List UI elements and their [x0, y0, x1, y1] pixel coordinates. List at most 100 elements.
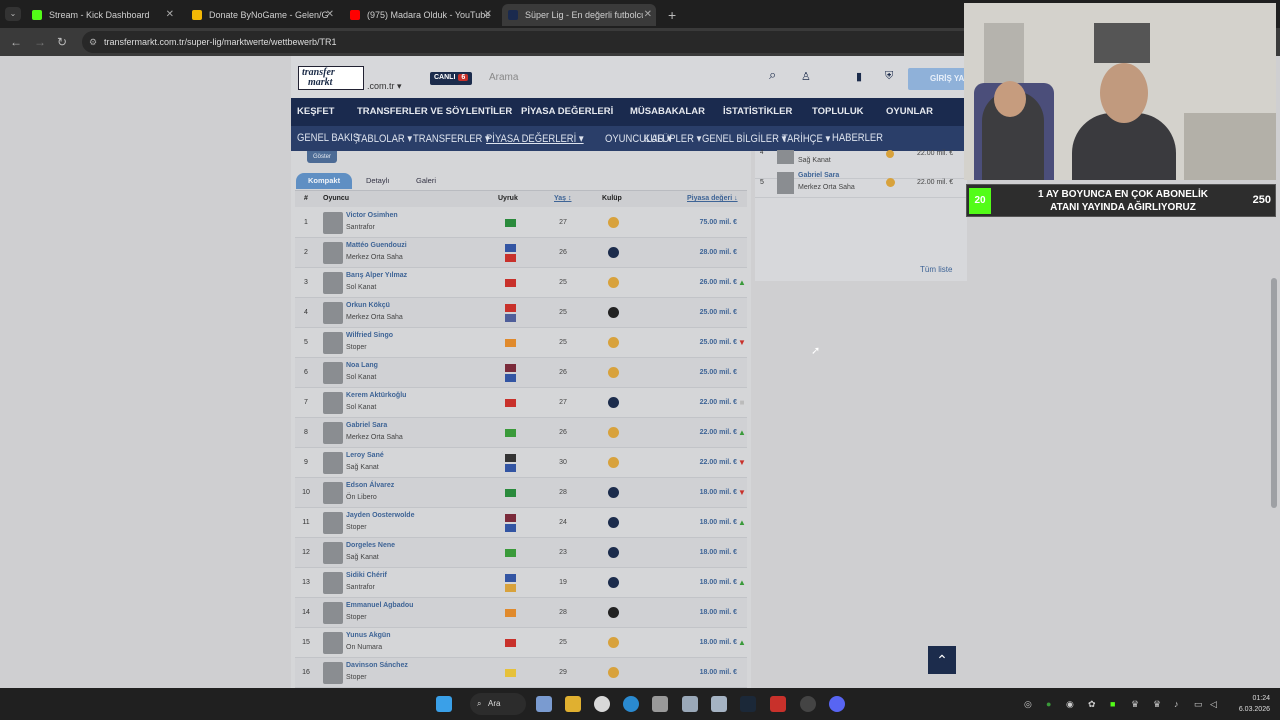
- market-value[interactable]: 18.00 mil. €: [700, 519, 737, 526]
- live-button[interactable]: CANLI 6: [430, 72, 473, 85]
- club-badge-icon[interactable]: [608, 667, 619, 678]
- table-row[interactable]: 13 Sidiki Chérif Santrafor 19 18.00 mil. € ▲: [295, 568, 747, 598]
- windows-start-icon[interactable]: [436, 696, 452, 712]
- club-badge-icon[interactable]: [608, 247, 619, 258]
- subnav-tables[interactable]: TABLOLAR ▾: [356, 132, 412, 145]
- market-value[interactable]: 25.00 mil. €: [700, 369, 737, 376]
- nav-statistics[interactable]: İSTATİSTİKLER: [723, 106, 792, 117]
- table-row[interactable]: 6 Noa Lang Sol Kanat 26 25.00 mil. €: [295, 358, 747, 388]
- file-explorer-icon[interactable]: [565, 696, 581, 712]
- table-row[interactable]: 16 Davinson Sánchez Stoper 29 18.00 mil. €: [295, 658, 747, 688]
- player-photo[interactable]: [323, 512, 343, 534]
- subnav-overview[interactable]: GENEL BAKIŞ: [297, 132, 359, 144]
- market-value[interactable]: 22.00 mil. €: [700, 399, 737, 406]
- market-value[interactable]: 22.00 mil. €: [700, 459, 737, 466]
- show-button[interactable]: Göster: [307, 151, 338, 163]
- app-icon[interactable]: [682, 696, 698, 712]
- user-search-icon[interactable]: ♙: [801, 70, 811, 83]
- table-row[interactable]: 5 Wilfried Singo Stoper 25 25.00 mil. € ▼: [295, 328, 747, 358]
- market-value[interactable]: 18.00 mil. €: [700, 489, 737, 496]
- nav-market-values[interactable]: PİYASA DEĞERLERİ: [521, 106, 613, 117]
- market-value[interactable]: 25.00 mil. €: [700, 309, 737, 316]
- player-name-link[interactable]: Emmanuel Agbadou: [346, 602, 413, 609]
- player-name-link[interactable]: Barış Alper Yılmaz: [346, 272, 407, 279]
- tab-compact[interactable]: Kompakt: [296, 173, 353, 189]
- tab-gallery[interactable]: Galeri: [404, 173, 448, 189]
- player-photo[interactable]: [323, 662, 343, 684]
- new-tab-button[interactable]: +: [662, 4, 682, 26]
- domain-select[interactable]: .com.tr ▾: [367, 81, 402, 92]
- subnav-transfers[interactable]: TRANSFERLER ▾: [413, 132, 490, 145]
- close-icon[interactable]: ✕: [484, 9, 492, 20]
- all-list-link[interactable]: Tüm liste: [920, 265, 952, 274]
- app-icon[interactable]: [711, 696, 727, 712]
- player-photo[interactable]: [323, 272, 343, 294]
- club-badge-icon[interactable]: [608, 457, 619, 468]
- player-name-link[interactable]: Gabriel Sara: [346, 422, 387, 429]
- club-badge-icon[interactable]: [608, 217, 619, 228]
- player-photo[interactable]: [323, 212, 343, 234]
- player-photo[interactable]: [323, 302, 343, 324]
- market-value[interactable]: 75.00 mil. €: [700, 219, 737, 226]
- player-photo[interactable]: [323, 482, 343, 504]
- table-row[interactable]: 11 Jayden Oosterwolde Stoper 24 18.00 mil. €…: [295, 508, 747, 538]
- club-badge-icon[interactable]: [608, 607, 619, 618]
- nav-transfers[interactable]: TRANSFERLER VE SÖYLENTİLER: [357, 106, 512, 117]
- search-input[interactable]: Arama: [489, 68, 789, 88]
- market-value[interactable]: 28.00 mil. €: [700, 249, 737, 256]
- microphone-icon[interactable]: ♪: [1174, 699, 1179, 709]
- subnav-market-values[interactable]: PİYASA DEĞERLERİ ▾: [486, 132, 584, 145]
- player-photo[interactable]: [323, 332, 343, 354]
- tab-detailed[interactable]: Detaylı: [354, 173, 401, 189]
- edge-icon[interactable]: [623, 696, 639, 712]
- search-icon[interactable]: ⌕: [769, 67, 776, 83]
- market-value[interactable]: 18.00 mil. €: [700, 669, 737, 676]
- site-info-icon[interactable]: ⚙: [89, 31, 97, 53]
- tab-youtube[interactable]: (975) Madara Olduk - YouTube ✕: [344, 4, 496, 26]
- sidebar-name[interactable]: Gabriel Sara: [798, 172, 839, 179]
- tab-transfermarkt[interactable]: Süper Lig - En değerli futbolcular ✕: [502, 4, 656, 26]
- back-icon[interactable]: ←: [10, 35, 22, 49]
- player-name-link[interactable]: Yunus Akgün: [346, 632, 390, 639]
- market-value[interactable]: 18.00 mil. €: [700, 549, 737, 556]
- club-badge-icon[interactable]: [608, 427, 619, 438]
- close-icon[interactable]: ✕: [644, 9, 652, 20]
- player-name-link[interactable]: Edson Álvarez: [346, 482, 394, 489]
- player-photo[interactable]: [323, 242, 343, 264]
- header-age-sort[interactable]: Yaş ↕: [554, 195, 572, 202]
- player-name-link[interactable]: Kerem Aktürkoğlu: [346, 392, 406, 399]
- tab-list-button[interactable]: ⌄: [5, 7, 21, 21]
- market-value[interactable]: 25.00 mil. €: [700, 339, 737, 346]
- table-row[interactable]: 15 Yunus Akgün On Numara 25 18.00 mil. € ▲: [295, 628, 747, 658]
- subnav-general-info[interactable]: GENEL BİLGİLER ▾: [702, 132, 786, 145]
- table-row[interactable]: 1 Victor Osimhen Santrafor 27 75.00 mil. €: [295, 208, 747, 238]
- chrome-icon[interactable]: [594, 696, 610, 712]
- sidebar-row[interactable]: 5 Gabriel Sara Merkez Orta Saha 22.00 mi…: [755, 168, 967, 198]
- club-badge-icon[interactable]: [608, 367, 619, 378]
- table-row[interactable]: 14 Emmanuel Agbadou Stoper 28 18.00 mil. €: [295, 598, 747, 628]
- player-name-link[interactable]: Leroy Sané: [346, 452, 384, 459]
- player-photo[interactable]: [323, 452, 343, 474]
- tray-icon[interactable]: ●: [1046, 699, 1051, 709]
- store-icon[interactable]: [652, 696, 668, 712]
- market-value[interactable]: 26.00 mil. €: [700, 279, 737, 286]
- player-name-link[interactable]: Jayden Oosterwolde: [346, 512, 414, 519]
- tray-icon[interactable]: ♛: [1153, 699, 1161, 710]
- nav-community[interactable]: TOPLULUK: [812, 106, 864, 117]
- scroll-to-top-button[interactable]: ⌃: [928, 646, 956, 674]
- player-photo[interactable]: [323, 632, 343, 654]
- table-row[interactable]: 10 Edson Álvarez Ön Libero 28 18.00 mil. € ▼: [295, 478, 747, 508]
- player-photo[interactable]: [323, 602, 343, 624]
- player-photo[interactable]: [323, 362, 343, 384]
- tray-icon[interactable]: ♛: [1131, 699, 1139, 710]
- table-row[interactable]: 9 Leroy Sané Sağ Kanat 30 22.00 mil. € ▼: [295, 448, 747, 478]
- player-name-link[interactable]: Noa Lang: [346, 362, 378, 369]
- taskbar-search[interactable]: ⌕ Ara: [470, 693, 526, 715]
- nav-kesfet[interactable]: KEŞFET: [297, 106, 334, 117]
- market-value[interactable]: 22.00 mil. €: [700, 429, 737, 436]
- player-name-link[interactable]: Davinson Sánchez: [346, 662, 408, 669]
- subnav-news[interactable]: HABERLER: [832, 132, 883, 144]
- table-row[interactable]: 12 Dorgeles Nene Sağ Kanat 23 18.00 mil. €: [295, 538, 747, 568]
- nav-competitions[interactable]: MÜSABAKALAR: [630, 106, 705, 117]
- steam-tray-icon[interactable]: ◉: [1066, 699, 1074, 710]
